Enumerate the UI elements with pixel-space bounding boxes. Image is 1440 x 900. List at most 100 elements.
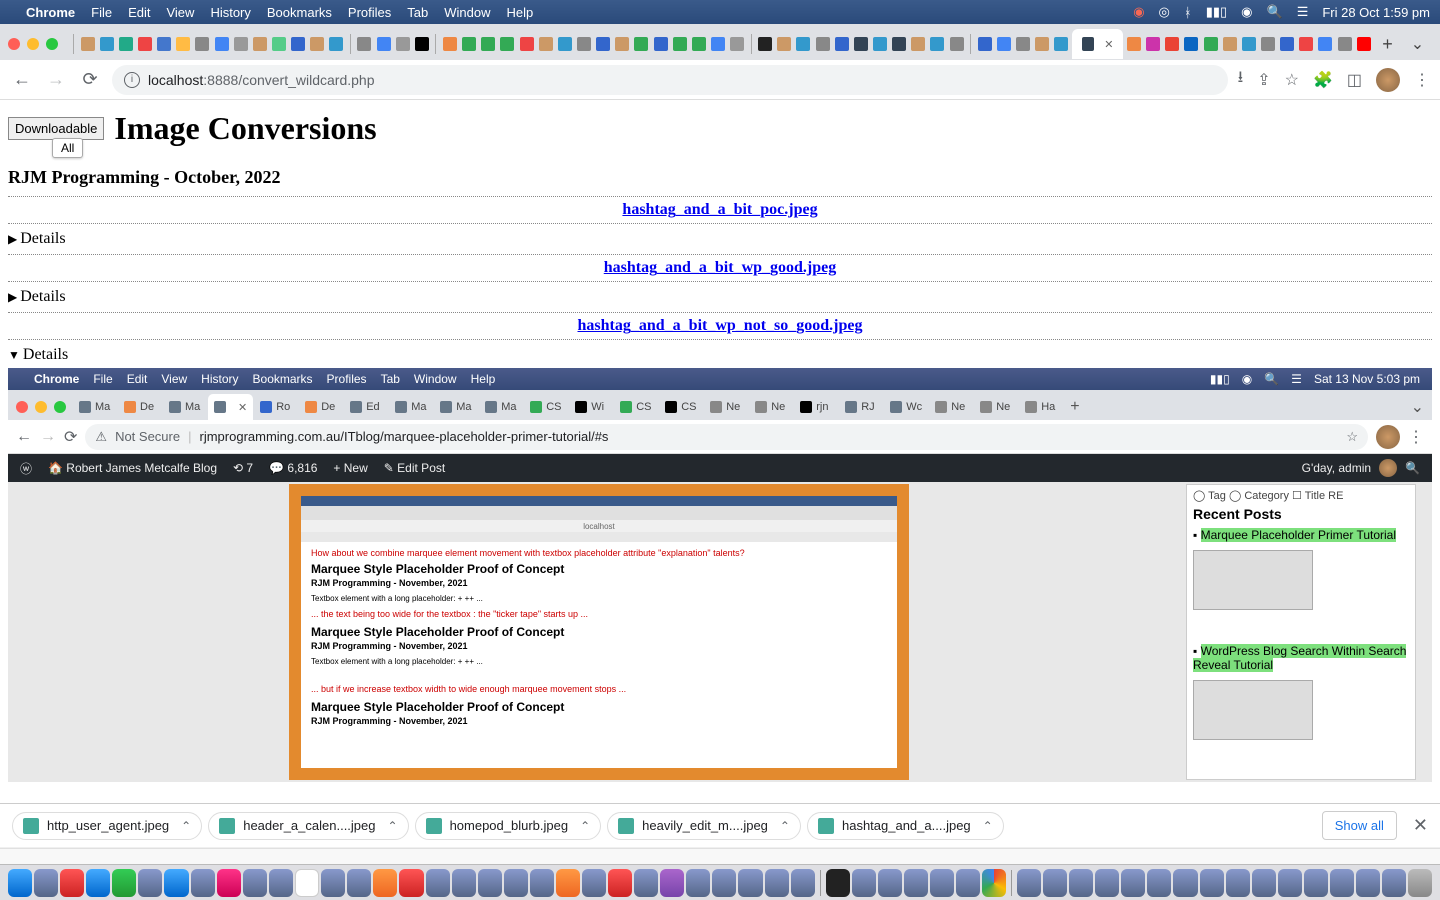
menu-file[interactable]: File [91,5,112,20]
browser-tab[interactable] [671,32,688,56]
download-item[interactable]: hashtag_and_a....jpeg⌃ [807,812,1004,840]
browser-tab[interactable] [1240,32,1257,56]
file-link[interactable]: hashtag_and_a_bit_poc.jpeg [8,201,1432,219]
file-link[interactable]: hashtag_and_a_bit_wp_good.jpeg [8,259,1432,277]
dock-app[interactable] [1252,869,1276,897]
dock-app[interactable] [34,869,58,897]
dock-app[interactable] [1278,869,1302,897]
browser-tab[interactable] [1125,32,1142,56]
browser-tab[interactable] [1145,32,1162,56]
dock-app[interactable] [347,869,371,897]
browser-tab[interactable] [1221,32,1238,56]
reload-button[interactable]: ⟳ [78,69,102,90]
dock-app[interactable] [660,869,684,897]
menu-help[interactable]: Help [507,5,534,20]
browser-tab[interactable] [595,32,612,56]
file-link[interactable]: hashtag_and_a_bit_wp_not_so_good.jpeg [8,317,1432,335]
browser-tab[interactable] [480,32,497,56]
browser-tab[interactable] [976,32,993,56]
browser-tab[interactable] [1034,32,1051,56]
browser-tab[interactable] [290,32,307,56]
details-toggle-open[interactable]: Details [8,344,1432,366]
browser-tab[interactable] [690,32,707,56]
browser-tab[interactable] [375,32,392,56]
browser-tab[interactable] [136,32,153,56]
dock-app[interactable] [956,869,980,897]
close-downloads-icon[interactable]: ✕ [1413,815,1428,836]
dock-app[interactable] [1069,869,1093,897]
dock-app[interactable] [1200,869,1224,897]
dock-app[interactable] [452,869,476,897]
browser-tab[interactable] [461,32,478,56]
dock-app[interactable] [738,869,762,897]
browser-tab[interactable] [413,32,430,56]
chevron-up-icon[interactable]: ⌃ [780,819,790,833]
dock-app-mail[interactable] [164,869,188,897]
close-window-button[interactable] [8,38,20,50]
browser-tab[interactable] [1202,32,1219,56]
browser-tab[interactable] [1317,32,1334,56]
menubar-clock[interactable]: Fri 28 Oct 1:59 pm [1322,5,1430,20]
dock-app[interactable] [504,869,528,897]
dock-app[interactable] [930,869,954,897]
browser-tab[interactable] [213,32,230,56]
menuextra-search-icon[interactable]: 🔍 [1267,4,1283,20]
browser-tab[interactable] [251,32,268,56]
browser-tab[interactable] [729,32,746,56]
dock-app[interactable] [373,869,397,897]
minimize-window-button[interactable] [27,38,39,50]
menuextra-record-icon[interactable]: ◎ [1159,4,1170,20]
menu-view[interactable]: View [166,5,194,20]
fullscreen-window-button[interactable] [46,38,58,50]
browser-tab[interactable] [814,32,831,56]
site-info-icon[interactable]: i [124,72,140,88]
dock-app[interactable] [269,869,293,897]
browser-tab[interactable] [709,32,726,56]
dock-app[interactable] [1382,869,1406,897]
dock-app[interactable] [530,869,554,897]
browser-tab[interactable] [1298,32,1315,56]
dock-app[interactable] [112,869,136,897]
browser-tab[interactable] [633,32,650,56]
back-button[interactable]: ← [10,69,34,90]
dock-app[interactable] [712,869,736,897]
dock-app[interactable] [1304,869,1328,897]
browser-tab[interactable] [1355,32,1372,56]
browser-tab[interactable] [537,32,554,56]
browser-tab[interactable] [1336,32,1353,56]
browser-tab[interactable] [1183,32,1200,56]
browser-tab[interactable] [852,32,869,56]
dock-app[interactable] [904,869,928,897]
dock-app[interactable] [243,869,267,897]
profile-avatar[interactable] [1376,68,1400,92]
dock-app[interactable] [60,869,84,897]
browser-tab[interactable] [929,32,946,56]
dock-app[interactable] [582,869,606,897]
browser-tab[interactable] [98,32,115,56]
details-toggle[interactable]: Details [8,286,1432,308]
dock-app[interactable] [852,869,876,897]
dock-app[interactable] [321,869,345,897]
browser-tab[interactable] [776,32,793,56]
browser-tab[interactable] [309,32,326,56]
dock-app[interactable] [426,869,450,897]
browser-tab[interactable] [232,32,249,56]
menuextra-bluetooth-icon[interactable]: ᚼ [1184,5,1192,20]
download-item[interactable]: heavily_edit_m....jpeg⌃ [607,812,801,840]
dock-app[interactable] [1095,869,1119,897]
menu-history[interactable]: History [210,5,250,20]
browser-tab[interactable] [556,32,573,56]
extensions-icon[interactable]: 🧩 [1313,70,1333,90]
browser-tab[interactable] [614,32,631,56]
dock-app-finder[interactable] [8,869,32,897]
chrome-menu-icon[interactable]: ⋮ [1414,70,1430,90]
dock-app[interactable] [1330,869,1354,897]
dock-app[interactable] [878,869,902,897]
browser-tab[interactable] [356,32,373,56]
browser-tab[interactable] [995,32,1012,56]
browser-tab[interactable] [194,32,211,56]
menu-bookmarks[interactable]: Bookmarks [267,5,332,20]
browser-tab[interactable] [1014,32,1031,56]
forward-button[interactable]: → [44,69,68,90]
dock-app[interactable] [634,869,658,897]
